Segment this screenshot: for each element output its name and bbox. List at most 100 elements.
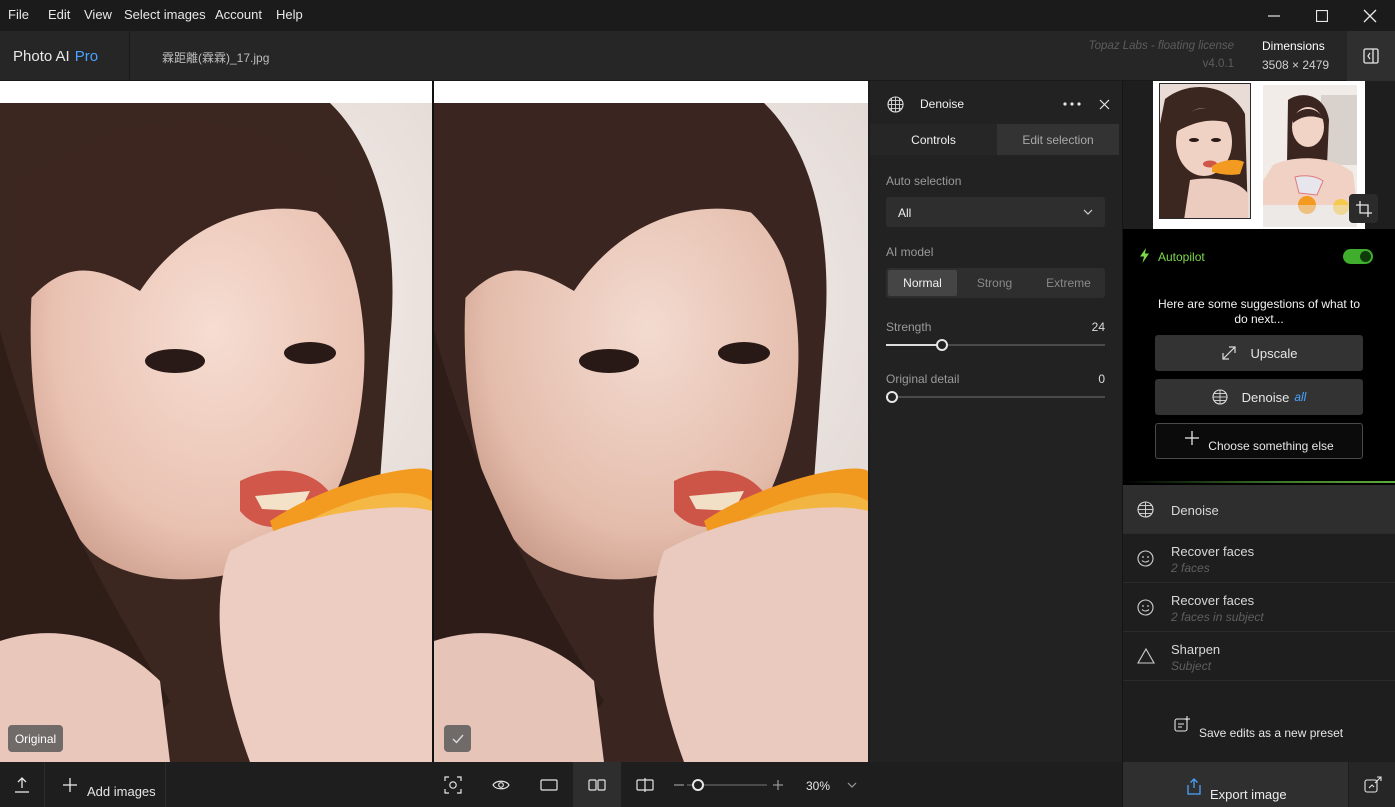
zoom-slider[interactable]: [687, 779, 767, 791]
app-header: Photo AI Pro 霖距離(霖霖)_17.jpg Topaz Labs - …: [0, 31, 1395, 81]
preset-icon: [1174, 716, 1190, 732]
menu-account[interactable]: Account: [215, 7, 262, 22]
maximize-button[interactable]: [1298, 0, 1346, 31]
menu-bar: File Edit View Select images Account Hel…: [0, 0, 1395, 31]
menu-select-images[interactable]: Select images: [124, 7, 206, 22]
upload-icon: [15, 776, 29, 793]
thumbnail-selected[interactable]: [1159, 83, 1251, 219]
menu-edit[interactable]: Edit: [48, 7, 70, 22]
filter-item-recover-faces[interactable]: Recover faces 2 faces: [1123, 534, 1395, 583]
filter-title: Denoise: [1171, 503, 1219, 518]
close-panel-button[interactable]: [1096, 96, 1112, 112]
lightning-icon: [1140, 248, 1149, 263]
version-text: v4.0.1: [1202, 58, 1234, 70]
app-title: Photo AI Pro: [13, 48, 98, 65]
export-image-label: Export image: [1210, 787, 1287, 802]
export-settings-button[interactable]: [1349, 762, 1395, 807]
thumbnail-strip: [1153, 81, 1378, 229]
menu-file[interactable]: File: [8, 7, 29, 22]
split-view-button[interactable]: [621, 762, 669, 807]
minimize-button[interactable]: [1250, 0, 1298, 31]
focus-view-button[interactable]: [429, 762, 477, 807]
zoom-level[interactable]: 30%: [806, 779, 830, 793]
single-view-button[interactable]: [525, 762, 573, 807]
add-images-button[interactable]: Add images: [55, 762, 160, 807]
maximize-icon: [1316, 9, 1328, 22]
zoom-slider-knob[interactable]: [692, 779, 705, 791]
autopilot-toggle[interactable]: [1343, 249, 1373, 264]
tab-edit-selection[interactable]: Edit selection: [997, 124, 1119, 155]
ai-model-selector: Normal Strong Extreme: [886, 268, 1105, 298]
image-viewer[interactable]: Original: [0, 81, 868, 762]
right-panel: Autopilot Here are some suggestions of w…: [1122, 81, 1395, 807]
denoise-icon: [887, 96, 904, 113]
export-image-button[interactable]: Export image: [1123, 762, 1348, 807]
thumbnail-second[interactable]: [1263, 85, 1357, 227]
menu-help[interactable]: Help: [276, 7, 303, 22]
split-view-icon: [636, 777, 654, 792]
strength-value: 24: [1091, 320, 1105, 334]
upscale-suggestion-button[interactable]: Upscale: [1155, 335, 1363, 371]
zoom-out-button[interactable]: [671, 762, 687, 807]
more-options-button[interactable]: [1062, 95, 1082, 113]
minus-icon: [674, 783, 684, 786]
auto-selection-dropdown[interactable]: All: [886, 197, 1105, 227]
autopilot-panel: Autopilot Here are some suggestions of w…: [1123, 229, 1395, 485]
save-preset-button[interactable]: Save edits as a new preset: [1171, 715, 1351, 745]
chevron-down-icon: [847, 782, 857, 788]
app-edition: Pro: [74, 48, 99, 65]
close-window-button[interactable]: [1346, 0, 1394, 31]
minimize-icon: [1268, 14, 1280, 17]
preview-toggle-button[interactable]: [477, 762, 525, 807]
strength-slider[interactable]: [886, 339, 1105, 351]
denoise-controls-panel: Denoise Controls Edit selection Auto sel…: [870, 81, 1122, 762]
crop-icon: [1355, 200, 1372, 217]
menu-view[interactable]: View: [84, 7, 112, 22]
original-detail-value: 0: [1098, 372, 1105, 386]
toggle-knob: [1360, 251, 1371, 262]
upscale-icon: [1221, 346, 1236, 360]
side-by-side-icon: [588, 778, 606, 791]
choose-something-else-button[interactable]: Choose something else: [1155, 423, 1363, 459]
panel-toggle-icon: [1363, 48, 1379, 64]
bottom-toolbar: Add images 30%: [0, 762, 1122, 807]
side-by-side-view-button[interactable]: [573, 762, 621, 807]
denoise-scope: all: [1294, 390, 1307, 404]
ai-model-extreme[interactable]: Extreme: [1032, 268, 1105, 298]
denoise-suggestion-button[interactable]: Denoise all: [1155, 379, 1363, 415]
plus-icon: [63, 777, 77, 792]
denoise-icon: [1212, 389, 1228, 405]
original-detail-label: Original detail: [886, 372, 960, 386]
filter-item-sharpen[interactable]: Sharpen Subject: [1123, 632, 1395, 681]
crop-button[interactable]: [1349, 194, 1378, 223]
ai-model-normal[interactable]: Normal: [888, 270, 957, 296]
original-image: [0, 81, 432, 762]
preview-tag: [444, 725, 471, 752]
filter-item-recover-faces-subject[interactable]: Recover faces 2 faces in subject: [1123, 583, 1395, 632]
strength-slider-knob[interactable]: [935, 339, 948, 351]
ai-model-label: AI model: [886, 245, 934, 259]
filter-item-denoise[interactable]: Denoise: [1123, 485, 1395, 534]
filter-subtitle: Subject: [1171, 659, 1212, 673]
toolbar-divider: [44, 762, 45, 807]
zoom-dropdown-button[interactable]: [842, 762, 862, 807]
export-icon: [1187, 778, 1201, 795]
export-quick-button[interactable]: [0, 762, 44, 807]
tab-controls[interactable]: Controls: [870, 124, 997, 155]
single-view-icon: [540, 778, 558, 791]
face-icon: [1137, 599, 1154, 616]
autopilot-label: Autopilot: [1158, 250, 1205, 264]
zoom-in-button[interactable]: [770, 762, 786, 807]
dimensions-label: Dimensions: [1262, 39, 1325, 53]
ai-model-strong[interactable]: Strong: [958, 268, 1031, 298]
close-icon: [1099, 99, 1109, 109]
auto-selection-label: Auto selection: [886, 174, 962, 188]
original-detail-slider-knob[interactable]: [886, 391, 898, 403]
panel-title: Denoise: [920, 97, 965, 111]
original-detail-slider[interactable]: [886, 391, 1105, 403]
dimensions-value: 3508 × 2479: [1262, 58, 1330, 72]
panel-toggle-button[interactable]: [1347, 31, 1395, 81]
filter-subtitle: 2 faces in subject: [1171, 610, 1264, 624]
denoise-icon: [1137, 501, 1154, 518]
header-divider: [129, 31, 130, 81]
